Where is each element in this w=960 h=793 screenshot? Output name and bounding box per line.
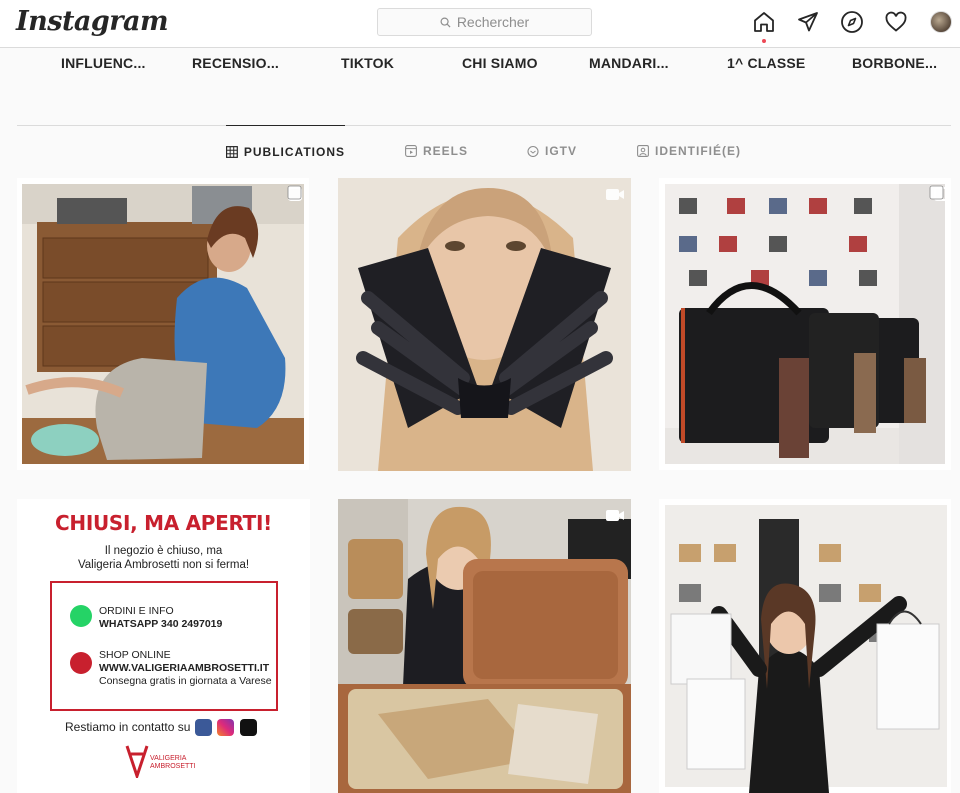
highlight-label[interactable]: MANDARI... (589, 55, 669, 71)
explore-icon[interactable] (840, 10, 864, 34)
highlight-label[interactable]: RECENSIO... (192, 55, 279, 71)
highlight-label[interactable]: INFLUENC... (61, 55, 146, 71)
instagram-icon (217, 719, 234, 736)
tab-tagged[interactable]: IDENTIFIÉ(E) (637, 125, 741, 177)
brand-line: VALIGERIA (150, 755, 187, 762)
tiktok-icon (240, 719, 257, 736)
profile-avatar[interactable] (930, 11, 952, 33)
tab-label: REELS (423, 144, 469, 158)
post-image (338, 499, 631, 793)
post-thumbnail[interactable] (338, 178, 631, 471)
highlight-label[interactable]: CHI SIAMO (462, 55, 538, 71)
shop-note: Consegna gratis in giornata a Varese (99, 675, 272, 687)
order-label: ORDINI E INFO (99, 605, 174, 617)
instagram-logo[interactable]: Instagram (16, 6, 169, 37)
highlight-label[interactable]: TIKTOK (341, 55, 394, 71)
highlight-label[interactable]: 1^ CLASSE (727, 55, 805, 71)
profile-tabs: PUBLICATIONS REELS IGTV IDENTIFIÉ(E) (0, 125, 960, 177)
activity-heart-icon[interactable] (884, 10, 908, 34)
poster-title: CHIUSI, MA APERTI! (55, 511, 272, 535)
igtv-icon (527, 145, 539, 157)
poster-line: Valigeria Ambrosetti non si ferma! (77, 559, 250, 571)
shop-label: SHOP ONLINE (99, 649, 171, 661)
post-image (22, 184, 304, 464)
order-value: WHATSAPP 340 2497019 (99, 618, 223, 630)
tab-label: IDENTIFIÉ(E) (655, 144, 741, 158)
post-thumbnail[interactable]: CHIUSI, MA APERTI! Il negozio è chiuso, … (17, 499, 310, 793)
brand-line: AMBROSETTI (150, 763, 196, 770)
top-navigation-bar: Instagram Rechercher (0, 0, 960, 48)
video-icon (606, 189, 624, 200)
tab-label: PUBLICATIONS (243, 144, 345, 159)
poster-shop: SHOP ONLINE WWW.VALIGERIAAMBROSETTI.IT C… (99, 649, 272, 688)
poster-order: ORDINI E INFO WHATSAPP 340 2497019 (99, 605, 222, 631)
search-icon (440, 17, 451, 28)
post-image (665, 505, 947, 793)
facebook-icon (195, 719, 212, 736)
tab-reels[interactable]: REELS (405, 125, 468, 177)
post-image (665, 184, 948, 464)
reels-icon (405, 145, 417, 157)
post-image (338, 178, 631, 471)
direct-icon[interactable] (796, 10, 820, 34)
grid-icon (226, 145, 238, 158)
highlight-label[interactable]: BORBONE... (852, 55, 937, 71)
tagged-icon (637, 145, 649, 157)
brand-name: VALIGERIA AMBROSETTI (150, 755, 196, 771)
post-thumbnail[interactable] (659, 178, 951, 470)
whatsapp-icon (70, 605, 92, 627)
video-icon (606, 510, 624, 521)
poster-contact: Restiamo in contatto su (65, 720, 191, 734)
carousel-icon (929, 185, 944, 200)
shopping-cart-icon (70, 652, 92, 674)
shop-value: WWW.VALIGERIAAMBROSETTI.IT (99, 662, 270, 674)
search-placeholder: Rechercher (456, 14, 530, 30)
story-highlights: INFLUENC... RECENSIO... TIKTOK CHI SIAMO… (0, 48, 960, 78)
home-icon[interactable] (752, 10, 776, 43)
post-thumbnail[interactable] (338, 499, 631, 793)
tab-publications[interactable]: PUBLICATIONS (226, 125, 345, 177)
tab-igtv[interactable]: IGTV (527, 125, 577, 177)
tab-label: IGTV (545, 144, 578, 158)
search-input[interactable]: Rechercher (377, 8, 592, 36)
carousel-icon (287, 185, 302, 200)
poster-info-box (50, 581, 278, 711)
poster-line: Il negozio è chiuso, ma (104, 545, 223, 557)
post-thumbnail[interactable] (659, 499, 951, 793)
post-thumbnail[interactable] (17, 178, 309, 470)
